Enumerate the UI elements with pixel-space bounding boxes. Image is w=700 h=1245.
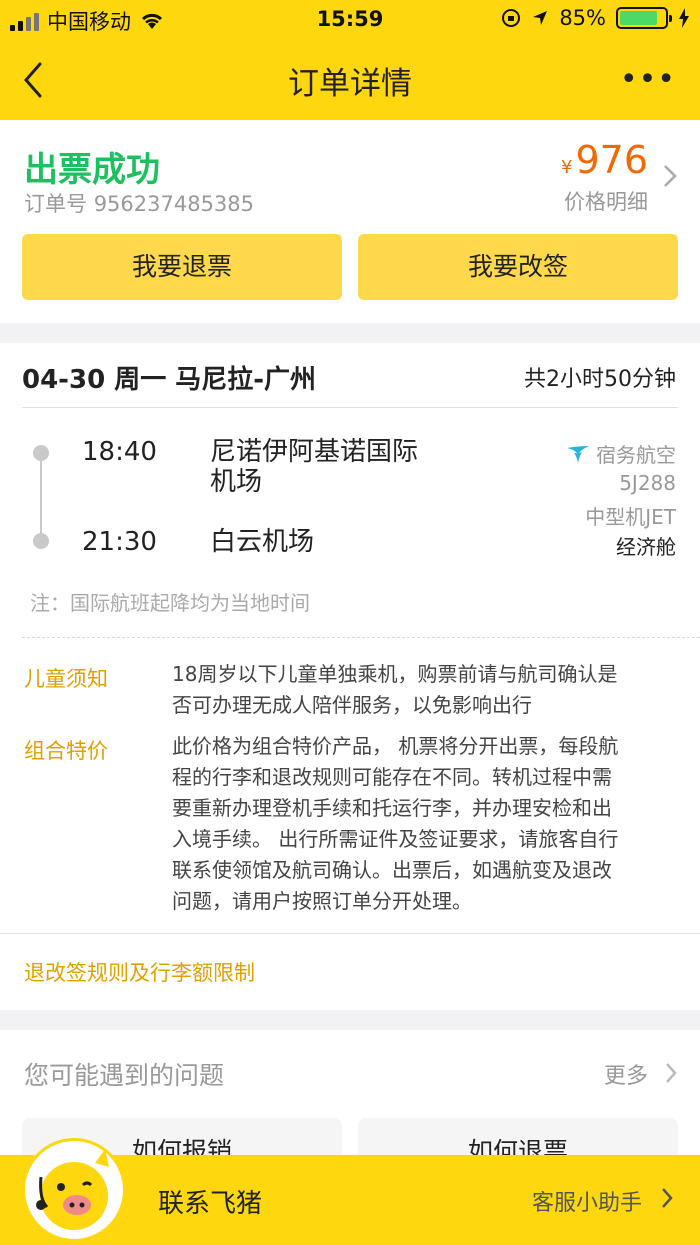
status-bar: 中国移动 15:59 85% xyxy=(0,0,700,40)
aircraft-type: 中型机JET xyxy=(585,505,676,529)
rotation-lock-icon xyxy=(502,9,521,27)
pig-mascot-icon xyxy=(36,1149,109,1230)
change-ticket-button[interactable]: 我要改签 xyxy=(358,234,678,300)
flight-duration: 共2小时50分钟 xyxy=(524,367,676,392)
departure-airport-line1: 尼诺伊阿基诺国际 xyxy=(210,437,419,467)
departure-airport: 尼诺伊阿基诺国际 机场 xyxy=(210,437,418,497)
refund-rules-link[interactable]: 退改签规则及行李额限制 xyxy=(24,957,255,987)
battery-icon xyxy=(616,7,672,29)
order-number: 订单号 956237485385 xyxy=(24,188,254,218)
battery-percent: 85% xyxy=(559,6,606,30)
combo-deal-label: 组合特价 xyxy=(24,739,108,763)
combo-deal-line: 问题，请用户按照订单分开处理。 xyxy=(172,889,472,913)
refund-button[interactable]: 我要退票 xyxy=(22,234,342,300)
more-menu-icon[interactable]: ••• xyxy=(620,62,676,97)
total-price[interactable]: ¥976 xyxy=(561,138,648,182)
divider xyxy=(0,933,700,934)
time-note: 注：国际航班起降均为当地时间 xyxy=(30,591,310,615)
battery-fill xyxy=(620,11,658,25)
page-title: 订单详情 xyxy=(288,66,412,102)
combo-deal-line: 要重新办理登机手续和托运行李，并办理安检和出 xyxy=(172,796,612,820)
flight-number: 5J288 xyxy=(619,471,676,495)
arrival-airport: 白云机场 xyxy=(210,527,315,557)
charging-icon xyxy=(679,8,689,28)
departure-airport-line2: 机场 xyxy=(210,467,263,497)
price-detail-link[interactable]: 价格明细 xyxy=(564,186,648,216)
chevron-right-icon[interactable] xyxy=(662,162,678,190)
customer-service-link[interactable]: 客服小助手 xyxy=(532,1185,642,1217)
route-title: 04-30 周一 马尼拉-广州 xyxy=(22,365,317,395)
order-number-label: 订单号 xyxy=(24,192,87,216)
order-summary-card: 出票成功 订单号 956237485385 ¥976 价格明细 我要退票 我要改… xyxy=(0,120,700,323)
nav-bar: 订单详情 ••• xyxy=(0,40,700,120)
combo-deal-line: 程的行李和退改规则可能存在不同。转机过程中需 xyxy=(172,765,612,789)
child-notice-text: 18周岁以下儿童单独乘机，购票前请与航司确认是 否可办理无成人陪伴服务，以免影响… xyxy=(172,659,684,721)
child-notice-label: 儿童须知 xyxy=(24,667,108,691)
flight-detail-card: 04-30 周一 马尼拉-广州 共2小时50分钟 18:40 尼诺伊阿基诺国际 … xyxy=(0,343,700,1010)
airline-logo-icon xyxy=(567,445,589,463)
faq-title: 您可能遇到的问题 xyxy=(24,1061,225,1090)
chevron-right-icon[interactable] xyxy=(664,1060,678,1086)
status-bar-right: 85% xyxy=(501,6,690,30)
contact-label[interactable]: 联系飞猪 xyxy=(158,1183,262,1220)
arrival-time: 21:30 xyxy=(82,527,157,557)
combo-deal-line: 此价格为组合特价产品， 机票将分开出票，每段航 xyxy=(172,734,619,758)
currency-symbol: ¥ xyxy=(561,157,573,178)
price-value: 976 xyxy=(575,138,648,182)
dashed-divider xyxy=(22,637,700,638)
departure-time: 18:40 xyxy=(82,437,157,467)
order-number-value: 956237485385 xyxy=(93,192,255,216)
ticket-status: 出票成功 xyxy=(24,150,160,190)
combo-deal-text: 此价格为组合特价产品， 机票将分开出票，每段航 程的行李和退改规则可能存在不同。… xyxy=(172,731,684,917)
child-notice-line: 否可办理无成人陪伴服务，以免影响出行 xyxy=(172,693,532,717)
faq-more-link[interactable]: 更多 xyxy=(604,1058,648,1090)
divider xyxy=(22,407,678,408)
location-icon xyxy=(533,11,548,25)
child-notice-line: 18周岁以下儿童单独乘机，购票前请与航司确认是 xyxy=(172,662,618,686)
mascot-avatar[interactable] xyxy=(22,1138,126,1242)
arrival-dot xyxy=(33,533,49,549)
airline: 宿务航空 xyxy=(566,439,676,468)
cabin-class: 经济舱 xyxy=(616,535,676,559)
combo-deal-line: 联系使领馆及航司确认。出票后，如遇航变及退改 xyxy=(172,858,612,882)
combo-deal-line: 入境手续。 出行所需证件及签证要求，请旅客自行 xyxy=(172,827,619,851)
airline-name: 宿务航空 xyxy=(596,443,676,467)
timeline-line xyxy=(40,453,42,539)
chevron-right-icon[interactable] xyxy=(660,1185,674,1211)
